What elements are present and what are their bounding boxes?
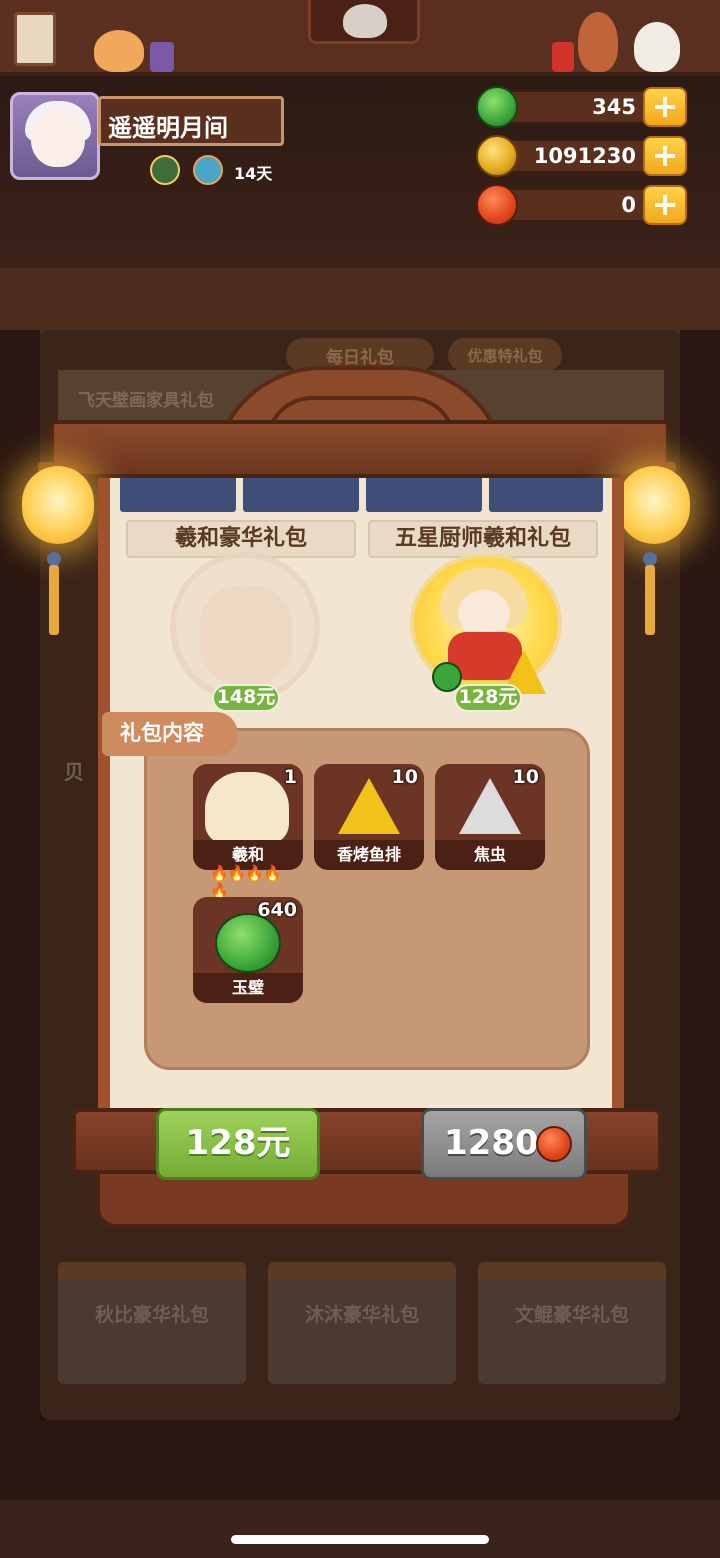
orange-cat-icon: [94, 30, 144, 72]
flame-rating-icon: 🔥🔥🔥🔥🔥: [210, 864, 282, 900]
add-apple-button[interactable]: +: [643, 185, 687, 225]
item-count: 10: [391, 766, 418, 788]
lantern-bead: [47, 552, 61, 566]
item-name: 玉璧: [193, 973, 303, 1003]
jar-icon: [150, 42, 174, 72]
wave-pattern: [243, 478, 359, 512]
background-card[interactable]: 秋比豪华礼包: [58, 1262, 246, 1384]
raccoon-icon: [343, 4, 387, 38]
raccoon-sign: [308, 0, 420, 44]
item-count: 1: [283, 766, 297, 788]
background-card[interactable]: 文鲲豪华礼包: [478, 1262, 666, 1384]
contents-label: 礼包内容: [102, 712, 238, 756]
avatar[interactable]: [10, 92, 100, 180]
red-apple-icon: [536, 1126, 572, 1162]
right-lantern-icon: [618, 466, 690, 544]
currency-value: 345: [592, 95, 636, 119]
currency-bar-apple: 0: [496, 188, 666, 222]
wave-pattern: [489, 478, 603, 512]
jade-disc-icon: [215, 913, 281, 973]
player-name-box[interactable]: 遥遥明月间: [98, 96, 284, 146]
background-shelf: [0, 268, 720, 338]
item-cell-jade[interactable]: 640 玉璧: [193, 897, 303, 1003]
background-card-title: 沐沐豪华礼包: [304, 1304, 419, 1326]
wave-pattern: [120, 478, 236, 512]
left-lantern-icon: [22, 466, 94, 544]
item-cell-xihe[interactable]: 1 羲和: [193, 764, 303, 870]
buy-with-cash-button[interactable]: 128元: [156, 1108, 320, 1180]
bowl-badge-icon[interactable]: [193, 155, 223, 185]
roof-beam: [50, 420, 670, 478]
background-footer: [0, 1500, 720, 1558]
add-gold-button[interactable]: +: [643, 136, 687, 176]
item-name: 焦虫: [435, 840, 545, 870]
lantern-bead: [643, 552, 657, 566]
days-label: 14天: [234, 164, 273, 183]
background-edge-text: 贝: [64, 760, 84, 784]
currency-bar-gold: 1091230: [496, 139, 666, 173]
apple-price-label: 1280: [444, 1123, 539, 1163]
xihe-character-icon: [205, 772, 289, 844]
currency-value: 0: [621, 193, 636, 217]
background-banner-title: 飞天壁画家具礼包: [78, 391, 214, 411]
paw-frame-icon: [14, 12, 56, 66]
item-count: 10: [512, 766, 539, 788]
background-card-title: 文鲲豪华礼包: [514, 1304, 629, 1326]
jade-icon: [476, 86, 518, 128]
pack-price-pill: 128元: [454, 684, 522, 712]
home-indicator[interactable]: [231, 1535, 489, 1544]
currency-bar-jade: 345: [496, 90, 666, 124]
add-jade-button[interactable]: +: [643, 87, 687, 127]
background-floor: [0, 1420, 720, 1500]
currency-value: 1091230: [533, 144, 636, 168]
player-name: 遥遥明月间: [108, 114, 228, 142]
xihe-deluxe-pack-icon[interactable]: [200, 585, 292, 685]
girl-figure-icon: [578, 12, 618, 72]
background-card[interactable]: 沐沐豪华礼包: [268, 1262, 456, 1384]
item-count: 640: [257, 899, 297, 921]
red-jar-icon: [552, 42, 574, 72]
avatar-face: [31, 109, 85, 167]
item-cell-fish[interactable]: 10 香烤鱼排: [314, 764, 424, 870]
item-name: 香烤鱼排: [314, 840, 424, 870]
tab-discount-gift[interactable]: 优惠特礼包: [448, 338, 562, 372]
lantern-tassel: [49, 565, 59, 635]
gold-coin-icon: [476, 135, 518, 177]
lantern-tassel: [645, 565, 655, 635]
wave-pattern: [366, 478, 482, 512]
background-card-title: 秋比豪华礼包: [94, 1304, 209, 1326]
pack-price-pill: 148元: [212, 684, 280, 712]
bread-badge-icon[interactable]: [150, 155, 180, 185]
xihe-face: [458, 590, 510, 638]
white-cat-icon: [634, 22, 680, 72]
red-apple-icon: [476, 184, 518, 226]
item-cell-bug[interactable]: 10 焦虫: [435, 764, 545, 870]
